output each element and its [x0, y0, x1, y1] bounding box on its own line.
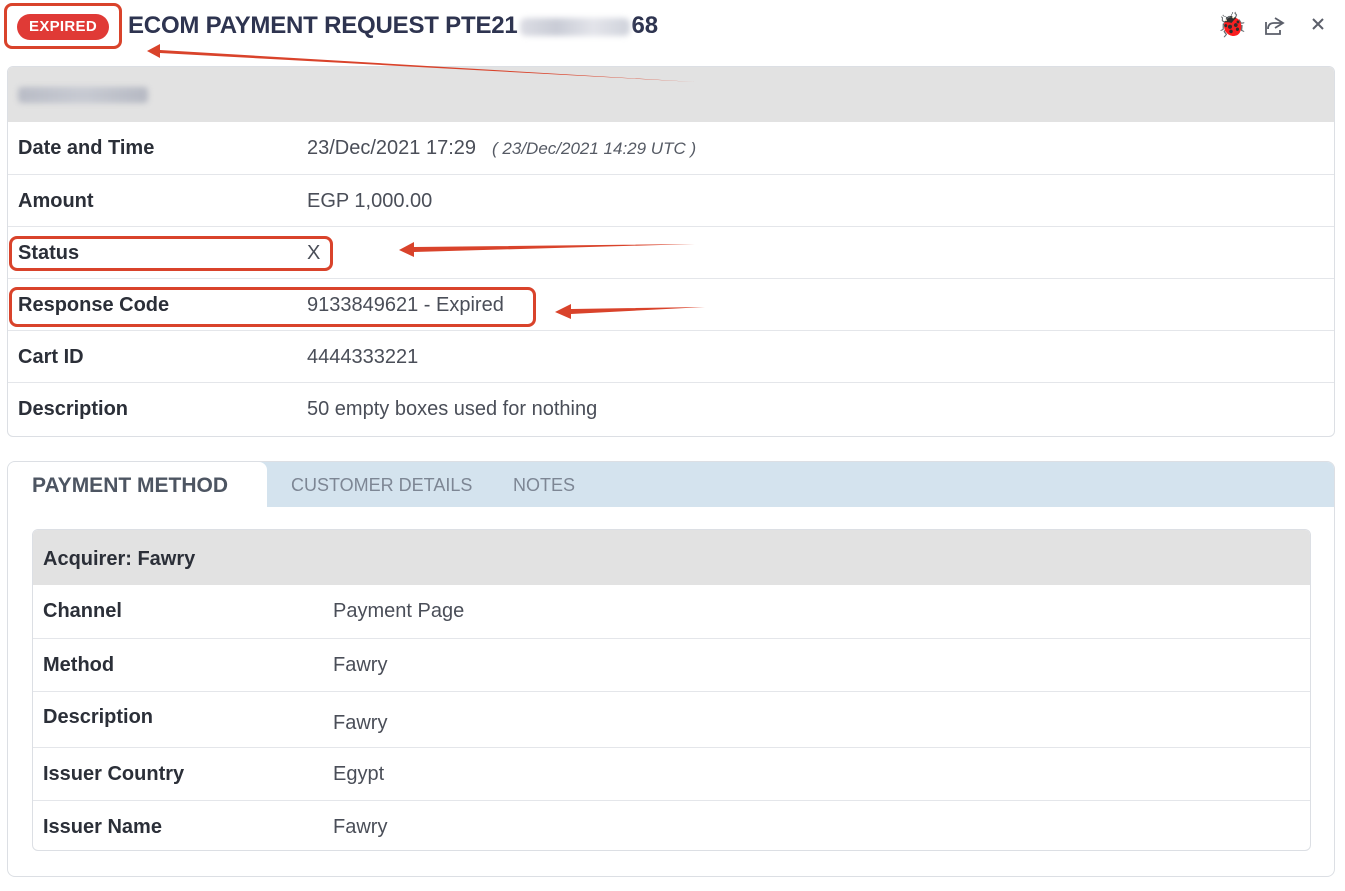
title-prefix: ECOM PAYMENT REQUEST PTE21	[128, 12, 518, 39]
pm-row-method: Method Fawry	[33, 638, 1310, 691]
detail-value: EGP 1,000.00	[307, 190, 433, 212]
close-icon[interactable]	[1305, 13, 1331, 39]
pm-label: Issuer Name	[43, 816, 162, 838]
page-title: ECOM PAYMENT REQUEST PTE21 68	[128, 10, 658, 42]
pm-label: Issuer Country	[43, 763, 185, 785]
pm-value: Payment Page	[333, 600, 465, 622]
payment-method-card: PAYMENT METHOD CUSTOMER DETAILS NOTES Ac…	[7, 461, 1335, 877]
redacted-id	[519, 17, 630, 36]
tab-payment-method[interactable]: PAYMENT METHOD	[8, 462, 267, 507]
acquirer-table: Acquirer: Fawry Channel Payment Page Met…	[32, 529, 1311, 851]
detail-value: 50 empty boxes used for nothing	[307, 398, 598, 420]
detail-label: Description	[18, 398, 129, 420]
title-suffix: 68	[631, 12, 658, 39]
pm-row-channel: Channel Payment Page	[33, 585, 1310, 638]
detail-row-date: Date and Time 23/Dec/2021 17:29 ( 23/Dec/…	[8, 122, 1334, 174]
pm-row-issuer-country: Issuer Country Egypt	[33, 747, 1310, 800]
bug-icon[interactable]: 🐞	[1217, 13, 1247, 39]
tab-bar: PAYMENT METHOD CUSTOMER DETAILS NOTES	[8, 462, 1334, 507]
redacted-header-bar	[8, 67, 1334, 122]
redacted-text	[18, 87, 148, 103]
date-value: 23/Dec/2021 17:29	[307, 137, 477, 159]
pm-value: Fawry	[333, 712, 388, 734]
detail-row-amount: Amount EGP 1,000.00	[8, 174, 1334, 226]
header: EXPIRED ECOM PAYMENT REQUEST PTE21 68 🐞	[0, 0, 1345, 56]
status-badge: EXPIRED	[17, 14, 109, 40]
response-code-highlight	[9, 287, 536, 327]
acquirer-heading: Acquirer: Fawry	[33, 530, 1310, 585]
status-badge-highlight: EXPIRED	[4, 3, 122, 49]
pm-label: Channel	[43, 600, 122, 622]
pm-row-issuer-name: Issuer Name Fawry	[33, 800, 1310, 850]
detail-label: Amount	[18, 190, 94, 212]
detail-row-description: Description 50 empty boxes used for noth…	[8, 382, 1334, 434]
detail-row-cart-id: Cart ID 4444333221	[8, 330, 1334, 382]
share-icon[interactable]	[1261, 13, 1287, 39]
detail-label: Cart ID	[18, 346, 84, 368]
detail-value: 4444333221	[307, 346, 419, 368]
pm-value: Egypt	[333, 763, 385, 785]
pm-row-description: Description Fawry	[33, 691, 1310, 747]
tab-customer-details[interactable]: CUSTOMER DETAILS	[291, 462, 472, 507]
pm-label: Description	[43, 706, 154, 728]
detail-label: Date and Time	[18, 137, 155, 159]
pm-value: Fawry	[333, 654, 388, 676]
pm-value: Fawry	[333, 816, 388, 838]
detail-value: 23/Dec/2021 17:29 ( 23/Dec/2021 14:29 UTC…	[307, 122, 696, 174]
status-highlight	[9, 236, 333, 271]
pm-label: Method	[43, 654, 115, 676]
header-actions: 🐞	[1217, 12, 1331, 40]
tab-notes[interactable]: NOTES	[513, 462, 575, 507]
utc-value: ( 23/Dec/2021 14:29 UTC )	[492, 139, 697, 158]
